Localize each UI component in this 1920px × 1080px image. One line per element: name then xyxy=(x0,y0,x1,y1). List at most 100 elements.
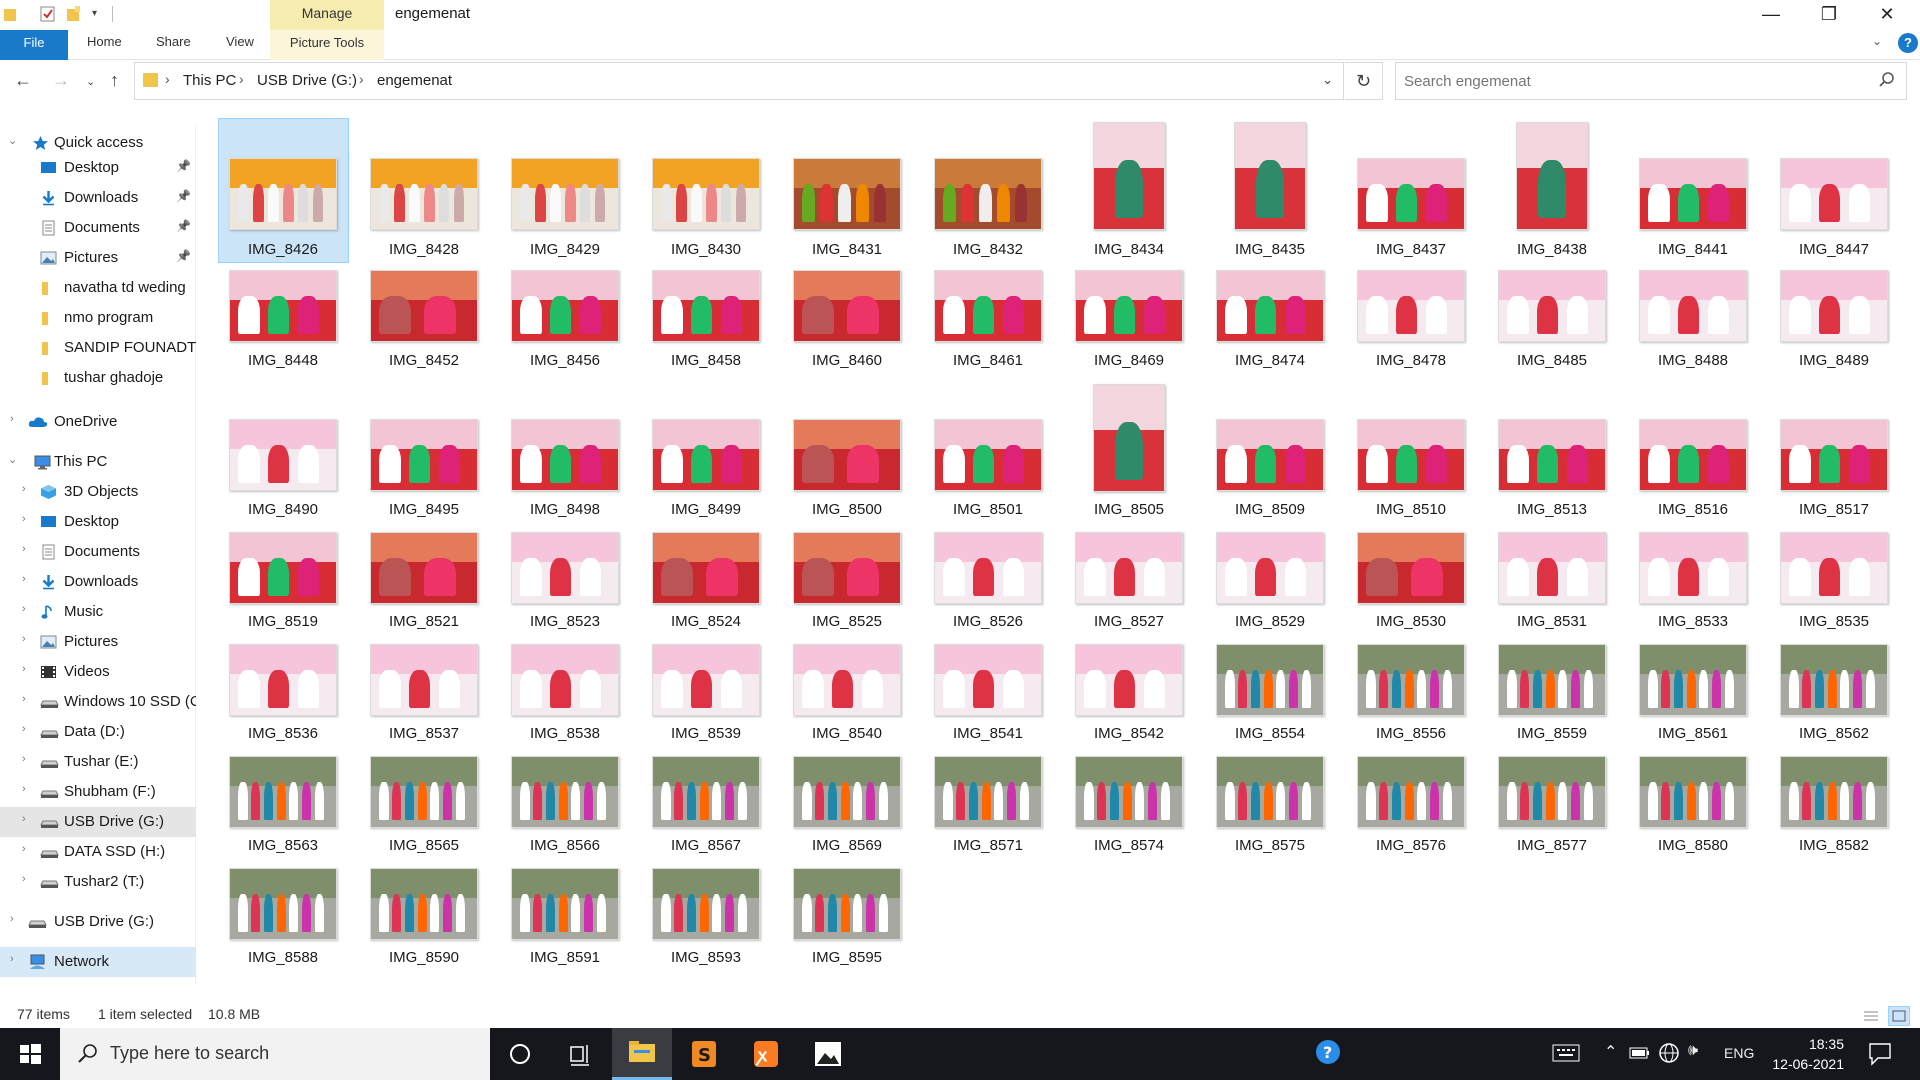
image-thumbnail[interactable] xyxy=(934,419,1042,491)
image-thumbnail[interactable] xyxy=(511,419,619,491)
image-thumbnail[interactable] xyxy=(1075,644,1183,716)
image-thumbnail[interactable] xyxy=(1357,419,1465,491)
sublime-text-icon[interactable]: S xyxy=(674,1028,734,1080)
volume-icon[interactable]: 🕪 xyxy=(1688,1042,1698,1060)
file-name[interactable]: IMG_8441 xyxy=(1628,241,1758,258)
file-name[interactable]: IMG_8474 xyxy=(1205,352,1335,369)
image-thumbnail[interactable] xyxy=(229,644,337,716)
image-thumbnail[interactable] xyxy=(1780,644,1888,716)
address-bar[interactable]: › This PC › USB Drive (G:) › engemenat ⌄ xyxy=(134,62,1344,100)
file-name[interactable]: IMG_8561 xyxy=(1628,725,1758,742)
file-name[interactable]: IMG_8456 xyxy=(500,352,630,369)
nav-pc-item-9[interactable]: › Tushar (E:) xyxy=(0,747,196,777)
image-thumbnail[interactable] xyxy=(1498,270,1606,342)
expand-chevron-icon[interactable]: › xyxy=(10,913,14,925)
image-thumbnail[interactable] xyxy=(793,644,901,716)
image-thumbnail[interactable] xyxy=(511,868,619,940)
image-thumbnail[interactable] xyxy=(370,532,478,604)
minimize-button[interactable]: — xyxy=(1742,0,1800,30)
image-thumbnail[interactable] xyxy=(511,756,619,828)
forward-arrow-icon[interactable]: → xyxy=(52,70,70,91)
file-name[interactable]: IMG_8461 xyxy=(923,352,1053,369)
file-name[interactable]: IMG_8563 xyxy=(218,837,348,854)
nav-pc-item-5[interactable]: › Pictures xyxy=(0,627,196,657)
help-icon[interactable]: ? xyxy=(1898,33,1918,53)
image-thumbnail[interactable] xyxy=(229,756,337,828)
clock[interactable]: 18:35 12-06-2021 xyxy=(1760,1034,1844,1074)
taskbar-search-box[interactable]: Type here to search xyxy=(60,1028,490,1080)
file-name[interactable]: IMG_8458 xyxy=(641,352,771,369)
image-thumbnail[interactable] xyxy=(370,868,478,940)
file-name[interactable]: IMG_8527 xyxy=(1064,613,1194,630)
expand-chevron-icon[interactable]: › xyxy=(22,633,26,645)
image-thumbnail[interactable] xyxy=(1216,270,1324,342)
xampp-icon[interactable]: ꭗ xyxy=(736,1028,796,1080)
file-name[interactable]: IMG_8577 xyxy=(1487,837,1617,854)
collapse-chevron-icon[interactable]: ⌄ xyxy=(8,134,17,147)
file-name[interactable]: IMG_8501 xyxy=(923,501,1053,518)
file-name[interactable]: IMG_8485 xyxy=(1487,352,1617,369)
image-thumbnail[interactable] xyxy=(1516,122,1588,230)
image-thumbnail[interactable] xyxy=(370,644,478,716)
image-thumbnail[interactable] xyxy=(229,532,337,604)
file-name[interactable]: IMG_8559 xyxy=(1487,725,1617,742)
image-thumbnail[interactable] xyxy=(652,644,760,716)
file-name[interactable]: IMG_8540 xyxy=(782,725,912,742)
image-thumbnail[interactable] xyxy=(370,270,478,342)
file-name[interactable]: IMG_8526 xyxy=(923,613,1053,630)
image-thumbnail[interactable] xyxy=(1498,756,1606,828)
image-thumbnail[interactable] xyxy=(1639,756,1747,828)
network-globe-icon[interactable] xyxy=(1658,1042,1680,1069)
file-name[interactable]: IMG_8500 xyxy=(782,501,912,518)
file-name[interactable]: IMG_8533 xyxy=(1628,613,1758,630)
file-name[interactable]: IMG_8430 xyxy=(641,241,771,258)
file-name[interactable]: IMG_8538 xyxy=(500,725,630,742)
breadcrumb-engemenat[interactable]: engemenat xyxy=(377,72,452,89)
file-name[interactable]: IMG_8565 xyxy=(359,837,489,854)
breadcrumb-this-pc[interactable]: This PC xyxy=(183,72,236,89)
image-thumbnail[interactable] xyxy=(793,270,901,342)
image-thumbnail[interactable] xyxy=(1639,532,1747,604)
image-thumbnail[interactable] xyxy=(511,158,619,230)
tab-picture-tools[interactable]: Picture Tools xyxy=(270,30,384,60)
image-thumbnail[interactable] xyxy=(793,419,901,491)
details-view-icon[interactable] xyxy=(1860,1006,1882,1026)
nav-quick-item-3[interactable]: Pictures 📌 xyxy=(0,243,196,273)
image-thumbnail[interactable] xyxy=(1216,419,1324,491)
file-name[interactable]: IMG_8488 xyxy=(1628,352,1758,369)
expand-chevron-icon[interactable]: › xyxy=(22,813,26,825)
nav-pc-item-1[interactable]: › Desktop xyxy=(0,507,196,537)
image-thumbnail[interactable] xyxy=(1357,644,1465,716)
nav-network[interactable]: › Network xyxy=(0,947,196,977)
address-dropdown-chevron-icon[interactable]: ⌄ xyxy=(1322,72,1333,88)
expand-chevron-icon[interactable]: › xyxy=(22,513,26,525)
image-thumbnail[interactable] xyxy=(1639,158,1747,230)
expand-chevron-icon[interactable]: › xyxy=(22,483,26,495)
file-name[interactable]: IMG_8566 xyxy=(500,837,630,854)
nav-pc-item-8[interactable]: › Data (D:) xyxy=(0,717,196,747)
action-center-icon[interactable] xyxy=(1868,1042,1894,1071)
file-name[interactable]: IMG_8595 xyxy=(782,949,912,966)
expand-ribbon-chevron-icon[interactable]: ⌄ xyxy=(1872,34,1882,48)
manage-tab[interactable]: Manage xyxy=(270,0,384,30)
tab-share[interactable]: Share xyxy=(156,34,191,49)
nav-quick-item-0[interactable]: Desktop 📌 xyxy=(0,153,196,183)
collapse-chevron-icon[interactable]: ⌄ xyxy=(8,453,17,466)
breadcrumb-usb-drive[interactable]: USB Drive (G:) xyxy=(257,72,357,89)
file-name[interactable]: IMG_8530 xyxy=(1346,613,1476,630)
file-name[interactable]: IMG_8519 xyxy=(218,613,348,630)
nav-pc-item-4[interactable]: › Music xyxy=(0,597,196,627)
nav-quick-item-5[interactable]: nmo program xyxy=(0,303,196,333)
nav-pc-item-13[interactable]: › Tushar2 (T:) xyxy=(0,867,196,897)
file-name[interactable]: IMG_8575 xyxy=(1205,837,1335,854)
expand-chevron-icon[interactable]: › xyxy=(22,693,26,705)
image-thumbnail[interactable] xyxy=(1357,270,1465,342)
image-thumbnail[interactable] xyxy=(934,158,1042,230)
file-name[interactable]: IMG_8426 xyxy=(218,241,348,258)
image-thumbnail[interactable] xyxy=(1357,158,1465,230)
file-name[interactable]: IMG_8542 xyxy=(1064,725,1194,742)
expand-chevron-icon[interactable]: › xyxy=(22,783,26,795)
new-folder-icon[interactable] xyxy=(66,5,82,23)
tab-home[interactable]: Home xyxy=(87,34,122,49)
search-icon[interactable] xyxy=(1878,71,1896,89)
